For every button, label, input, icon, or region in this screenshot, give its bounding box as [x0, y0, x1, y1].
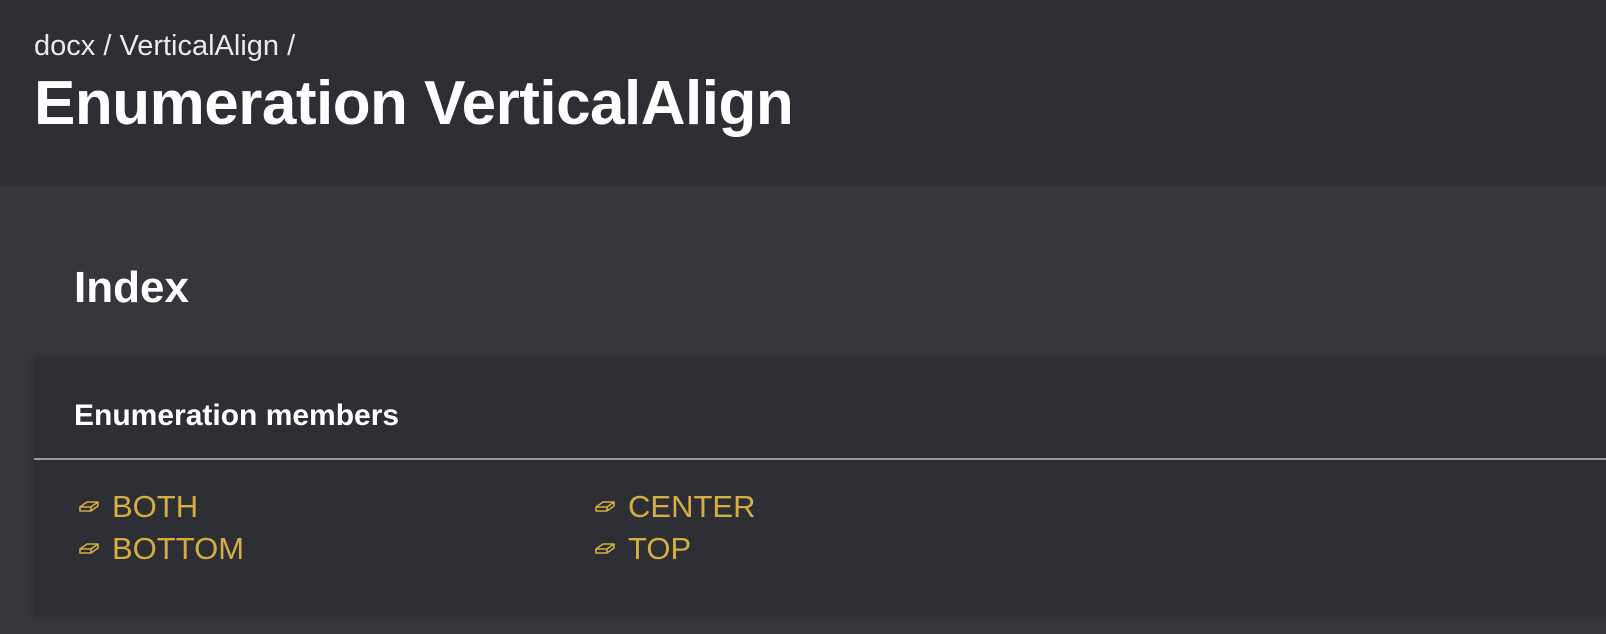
breadcrumb-separator: / — [287, 30, 296, 62]
enum-member-icon — [79, 501, 99, 512]
breadcrumb-separator: / — [103, 30, 112, 62]
enum-member-icon — [595, 543, 615, 554]
page-title: Enumeration VerticalAlign — [34, 69, 794, 138]
enum-member-both[interactable]: BOTH — [78, 486, 594, 528]
enum-member-icon — [595, 501, 615, 512]
enum-members-list: BOTH CENTER BOTTOM TOP — [78, 486, 1178, 570]
enum-member-center[interactable]: CENTER — [594, 486, 1110, 528]
enum-member-top[interactable]: TOP — [594, 528, 1110, 570]
main-content: Index Enumeration members BOTH CENTER BO… — [0, 186, 1606, 634]
breadcrumb-item-verticalalign[interactable]: VerticalAlign — [119, 30, 279, 62]
breadcrumb-item-docx[interactable]: docx — [34, 30, 95, 62]
enum-member-bottom[interactable]: BOTTOM — [78, 528, 594, 570]
enum-member-label: CENTER — [628, 489, 756, 524]
enum-member-label: TOP — [628, 531, 692, 566]
enum-member-icon — [79, 543, 99, 554]
index-heading: Index — [74, 263, 189, 312]
enum-member-label: BOTH — [112, 489, 199, 524]
index-panel: Enumeration members BOTH CENTER BOTTOM T… — [34, 358, 1606, 616]
divider — [34, 458, 1606, 460]
enum-member-label: BOTTOM — [112, 531, 245, 566]
breadcrumb: docx / VerticalAlign / — [34, 28, 295, 64]
enumeration-members-heading: Enumeration members — [74, 399, 400, 432]
page-header: docx / VerticalAlign / Enumeration Verti… — [0, 0, 1606, 186]
